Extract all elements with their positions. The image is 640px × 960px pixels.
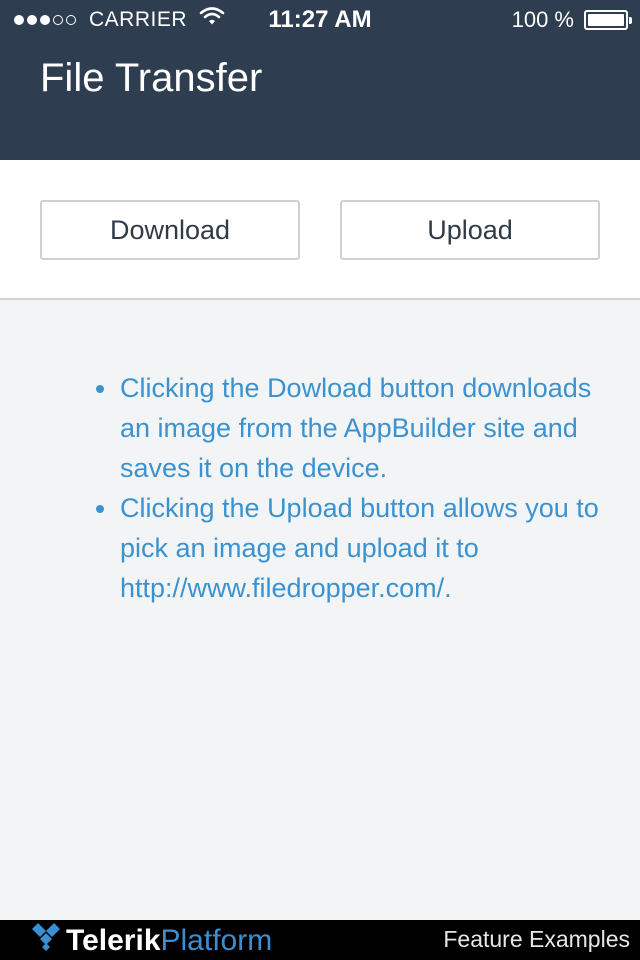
list-item: Clicking the Dowload button downloads an… [96,368,600,488]
battery-icon [584,10,632,30]
battery-fill [588,14,624,26]
logo-text: TelerikPlatform [66,924,272,958]
app-header: CARRIER 11:27 AM 100 % File Transfer [0,0,640,160]
upload-button[interactable]: Upload [340,200,600,260]
logo-product: Platform [160,923,273,957]
instructions-list: Clicking the Dowload button downloads an… [96,368,600,608]
footer-bar: TelerikPlatform Feature Examples [0,920,640,960]
page-title: File Transfer [40,56,263,100]
feature-examples-label: Feature Examples [443,926,630,952]
list-item: Clicking the Upload button allows you to… [96,488,600,608]
telerik-logo-icon [30,923,62,958]
download-button[interactable]: Download [40,200,300,260]
action-bar: Download Upload [0,160,640,300]
telerik-platform-logo: TelerikPlatform [30,923,272,958]
status-right: 100 % [511,7,632,33]
status-bar: CARRIER 11:27 AM 100 % [0,0,640,40]
logo-brand: Telerik [66,923,161,957]
battery-percent: 100 % [511,7,574,32]
